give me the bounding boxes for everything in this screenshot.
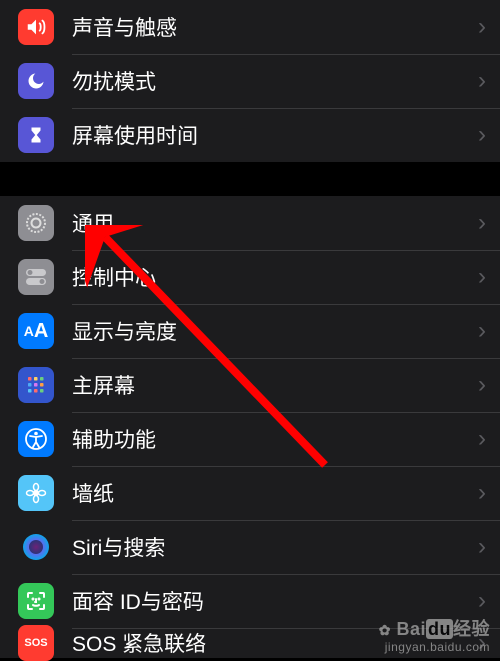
row-controlcenter[interactable]: 控制中心 › [0, 250, 500, 304]
row-label: 声音与触感 [72, 12, 478, 42]
chevron-right-icon: › [478, 121, 486, 149]
row-sounds[interactable]: 声音与触感 › [0, 0, 500, 54]
chevron-right-icon: › [478, 371, 486, 399]
row-label: 墙纸 [72, 478, 478, 508]
moon-icon [18, 63, 54, 99]
row-label: 主屏幕 [72, 370, 478, 400]
row-dnd[interactable]: 勿扰模式 › [0, 54, 500, 108]
watermark-url: jingyan.baidu.com [379, 640, 490, 654]
settings-group: 通用 › 控制中心 › AA 显示与亮度 › [0, 196, 500, 658]
text-size-icon: AA [18, 313, 54, 349]
chevron-right-icon: › [478, 317, 486, 345]
row-label: 面容 ID与密码 [72, 586, 478, 616]
chevron-right-icon: › [478, 13, 486, 41]
gear-icon [18, 205, 54, 241]
chevron-right-icon: › [478, 587, 486, 615]
settings-list: 声音与触感 › 勿扰模式 › 屏幕使用时间 › 通用 › [0, 0, 500, 658]
row-general[interactable]: 通用 › [0, 196, 500, 250]
watermark-du: du [426, 619, 453, 639]
watermark: ✿ Baidu经验 jingyan.baidu.com [379, 615, 490, 654]
row-label: 通用 [72, 208, 478, 238]
chevron-right-icon: › [478, 209, 486, 237]
row-label: 辅助功能 [72, 424, 478, 454]
accessibility-icon [18, 421, 54, 457]
row-display[interactable]: AA 显示与亮度 › [0, 304, 500, 358]
watermark-suffix: 经验 [453, 619, 490, 639]
row-screentime[interactable]: 屏幕使用时间 › [0, 108, 500, 162]
apps-grid-icon [18, 367, 54, 403]
hourglass-icon [18, 117, 54, 153]
chevron-right-icon: › [478, 263, 486, 291]
watermark-brand: Bai [396, 619, 426, 639]
row-homescreen[interactable]: 主屏幕 › [0, 358, 500, 412]
row-label: 屏幕使用时间 [72, 120, 478, 150]
settings-group: 声音与触感 › 勿扰模式 › 屏幕使用时间 › [0, 0, 500, 162]
faceid-icon [18, 583, 54, 619]
row-label: 控制中心 [72, 262, 478, 292]
sos-icon: SOS [18, 625, 54, 661]
siri-icon [18, 529, 54, 565]
row-wallpaper[interactable]: 墙纸 › [0, 466, 500, 520]
chevron-right-icon: › [478, 425, 486, 453]
row-accessibility[interactable]: 辅助功能 › [0, 412, 500, 466]
chevron-right-icon: › [478, 67, 486, 95]
row-label: Siri与搜索 [72, 532, 478, 562]
row-label: 勿扰模式 [72, 66, 478, 96]
chevron-right-icon: › [478, 533, 486, 561]
row-siri[interactable]: Siri与搜索 › [0, 520, 500, 574]
row-label: 显示与亮度 [72, 316, 478, 346]
switches-icon [18, 259, 54, 295]
flower-icon [18, 475, 54, 511]
chevron-right-icon: › [478, 479, 486, 507]
sound-icon [18, 9, 54, 45]
